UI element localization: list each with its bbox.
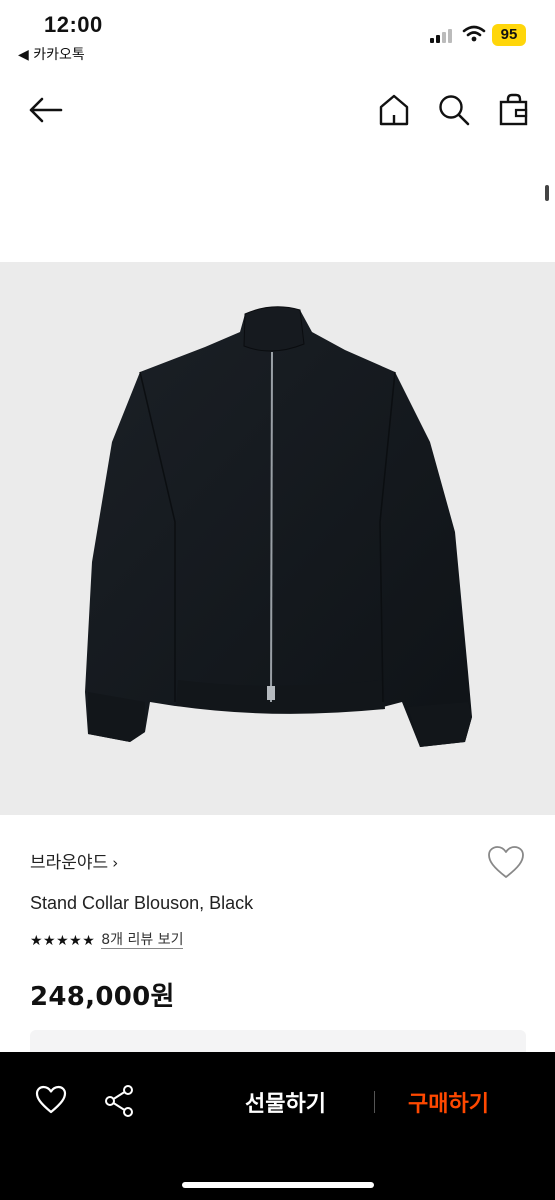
search-button[interactable] [437, 93, 471, 127]
cart-button[interactable] [497, 93, 531, 127]
buy-button[interactable]: 구매하기 [408, 1086, 489, 1118]
brand-link[interactable]: 브라운야드 › [30, 848, 118, 873]
divider [374, 1091, 375, 1113]
bottom-action-bar: 선물하기 구매하기 [0, 1052, 555, 1200]
heart-outline-icon [488, 846, 524, 878]
review-link[interactable]: 8개 리뷰 보기 [101, 932, 184, 949]
home-button[interactable] [377, 93, 411, 127]
share-icon [105, 1085, 133, 1117]
product-price: 248,000원 [30, 982, 175, 1012]
star-rating: ★★★★★ [30, 932, 96, 949]
top-navigation [0, 85, 555, 135]
back-to-app-link[interactable]: ◀ 카카오톡 [18, 44, 85, 64]
search-icon [439, 95, 470, 126]
wishlist-button[interactable] [487, 845, 525, 881]
arrow-left-icon [29, 97, 63, 123]
gift-button[interactable]: 선물하기 [245, 1086, 326, 1118]
back-button[interactable] [28, 93, 63, 127]
battery-indicator: 95 [492, 24, 526, 46]
black-jacket-image [85, 306, 472, 747]
heart-icon [35, 1085, 67, 1114]
home-indicator[interactable] [182, 1182, 374, 1188]
product-title: Stand Collar Blouson, Black [30, 893, 254, 913]
scroll-indicator[interactable] [545, 185, 549, 201]
cellular-signal-icon [430, 27, 456, 43]
share-button[interactable] [102, 1084, 138, 1120]
product-image[interactable] [0, 262, 555, 815]
brand-name: 브라운야드 [30, 853, 109, 873]
rating-row: ★★★★★ 8개 리뷰 보기 [30, 932, 184, 949]
home-icon [379, 94, 409, 126]
chevron-right-icon: › [112, 854, 119, 872]
wish-button[interactable] [34, 1084, 70, 1120]
clock: 12:00 [44, 12, 103, 37]
shopping-bag-icon [499, 93, 528, 126]
status-bar: 12:00 ◀ 카카오톡 95 [0, 0, 555, 70]
wifi-icon [462, 24, 486, 49]
